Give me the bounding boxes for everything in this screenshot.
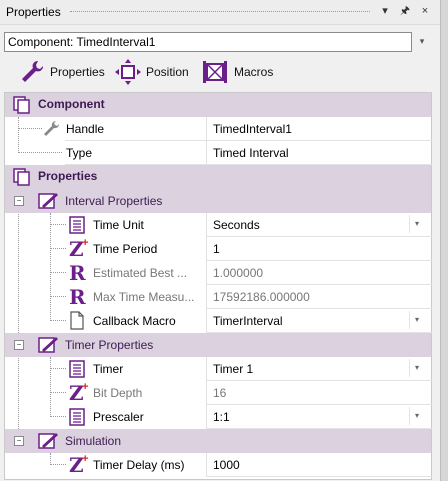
readonly-r-icon: R (69, 285, 86, 309)
type-value-cell: Timed Interval (206, 141, 432, 165)
estimated-best-value: 1.000000 (213, 266, 264, 280)
row-bit-depth[interactable]: Z + Bit Depth 16 (5, 381, 432, 405)
tab-macros-label: Macros (234, 65, 274, 79)
time-period-value: 1 (213, 242, 220, 256)
timer-delay-value-cell[interactable]: 1000 (206, 453, 432, 477)
readonly-r-icon: R (69, 261, 86, 285)
component-select-arrow-icon[interactable]: ▾ (416, 36, 428, 48)
list-icon (69, 216, 85, 234)
max-time-value: 17592186.000000 (213, 290, 310, 304)
row-estimated-best[interactable]: R Estimated Best ... 1.000000 (5, 261, 432, 285)
estimated-best-value-cell: 1.000000 (206, 261, 432, 285)
title-grip (70, 11, 370, 14)
wrench-icon (22, 60, 44, 82)
timer-value-cell[interactable]: Timer 1 ▾ (206, 357, 432, 381)
category-component[interactable]: Component (5, 93, 431, 117)
chevron-down-icon[interactable]: ▾ (409, 311, 424, 329)
bit-depth-value-cell: 16 (206, 381, 432, 405)
row-time-unit[interactable]: Time Unit Seconds ▾ (5, 213, 432, 237)
list-icon (69, 360, 85, 378)
chevron-down-icon[interactable]: ▾ (409, 407, 424, 425)
group-timer-label: Timer Properties (65, 338, 154, 352)
tab-bar: Properties Position Macros (0, 56, 440, 90)
property-grid: Component Handle TimedInterval1 Type Tim… (4, 92, 432, 480)
category-properties-label: Properties (38, 169, 98, 183)
max-time-value-cell: 17592186.000000 (206, 285, 432, 309)
category-component-label: Component (38, 97, 105, 111)
timer-value: Timer 1 (213, 362, 254, 376)
dropdown-icon[interactable]: ▾ (378, 4, 392, 18)
wrench-icon (44, 120, 60, 136)
group-timer-properties[interactable]: − Timer Properties (5, 333, 431, 357)
group-simulation[interactable]: − Simulation (5, 429, 431, 453)
component-select[interactable]: Component: TimedInterval1 (4, 32, 412, 52)
time-period-value-cell[interactable]: 1 (206, 237, 432, 261)
time-unit-label: Time Unit (93, 218, 144, 232)
list-icon (69, 408, 85, 426)
type-label: Type (66, 146, 93, 160)
edit-group-icon (38, 193, 58, 209)
collapse-icon[interactable]: − (14, 436, 24, 446)
document-icon (70, 311, 84, 330)
collapse-icon[interactable]: − (14, 196, 24, 206)
bit-depth-value: 16 (213, 386, 227, 400)
plus-badge-icon: + (82, 453, 89, 465)
tab-properties-label: Properties (50, 65, 105, 79)
edit-group-icon (38, 433, 58, 449)
pages-icon (13, 168, 30, 186)
group-interval-label: Interval Properties (65, 194, 163, 208)
move-icon (115, 59, 141, 85)
callback-macro-label: Callback Macro (93, 314, 176, 328)
group-interval-properties[interactable]: − Interval Properties (5, 189, 431, 213)
properties-titlebar: Properties ▾ 🖈 × (0, 0, 440, 25)
tab-position[interactable]: Position (114, 56, 189, 88)
timer-delay-value: 1000 (213, 458, 240, 472)
row-time-period[interactable]: Z + Time Period 1 (5, 237, 432, 261)
plus-badge-icon: + (82, 381, 89, 393)
component-select-value: Component: TimedInterval1 (8, 35, 156, 49)
timer-delay-label: Timer Delay (ms) (93, 458, 185, 472)
tab-macros[interactable]: Macros (200, 56, 273, 88)
row-timer-delay[interactable]: Z + Timer Delay (ms) 1000 (5, 453, 432, 477)
callback-macro-value: TimerInterval (213, 314, 283, 328)
time-period-label: Time Period (93, 242, 158, 256)
tab-properties[interactable]: Properties (18, 56, 105, 88)
type-value: Timed Interval (213, 146, 289, 160)
handle-label: Handle (66, 122, 105, 136)
side-scroll-region (440, 0, 448, 481)
bit-depth-label: Bit Depth (93, 386, 143, 400)
prescaler-value-cell[interactable]: 1:1 ▾ (206, 405, 432, 429)
timer-label: Timer (93, 362, 124, 376)
category-properties[interactable]: Properties (5, 165, 431, 189)
collapse-icon[interactable]: − (14, 340, 24, 350)
row-max-time[interactable]: R Max Time Measu... 17592186.000000 (5, 285, 432, 309)
estimated-best-label: Estimated Best ... (93, 266, 188, 280)
row-handle[interactable]: Handle TimedInterval1 (5, 117, 432, 141)
chevron-down-icon[interactable]: ▾ (409, 359, 424, 377)
row-callback-macro[interactable]: Callback Macro TimerInterval ▾ (5, 309, 432, 333)
group-simulation-label: Simulation (65, 434, 122, 448)
callback-macro-value-cell[interactable]: TimerInterval ▾ (206, 309, 432, 333)
handle-value: TimedInterval1 (213, 122, 292, 136)
tab-position-label: Position (146, 65, 189, 79)
pin-icon[interactable]: 🖈 (398, 4, 412, 18)
prescaler-value: 1:1 (213, 410, 230, 424)
pages-icon (13, 96, 30, 114)
row-prescaler[interactable]: Prescaler 1:1 ▾ (5, 405, 432, 429)
chevron-down-icon[interactable]: ▾ (409, 215, 424, 233)
row-type[interactable]: Type Timed Interval (5, 141, 432, 165)
edit-group-icon (38, 337, 58, 353)
max-time-label: Max Time Measu... (93, 290, 195, 304)
handle-value-cell[interactable]: TimedInterval1 (206, 117, 432, 141)
panel-title: Properties (6, 5, 61, 19)
time-unit-value-cell[interactable]: Seconds ▾ (206, 213, 432, 237)
plus-badge-icon: + (82, 237, 89, 249)
close-icon[interactable]: × (418, 4, 432, 18)
time-unit-value: Seconds (213, 218, 260, 232)
row-timer[interactable]: Timer Timer 1 ▾ (5, 357, 432, 381)
macro-icon (203, 61, 227, 83)
prescaler-label: Prescaler (93, 410, 144, 424)
